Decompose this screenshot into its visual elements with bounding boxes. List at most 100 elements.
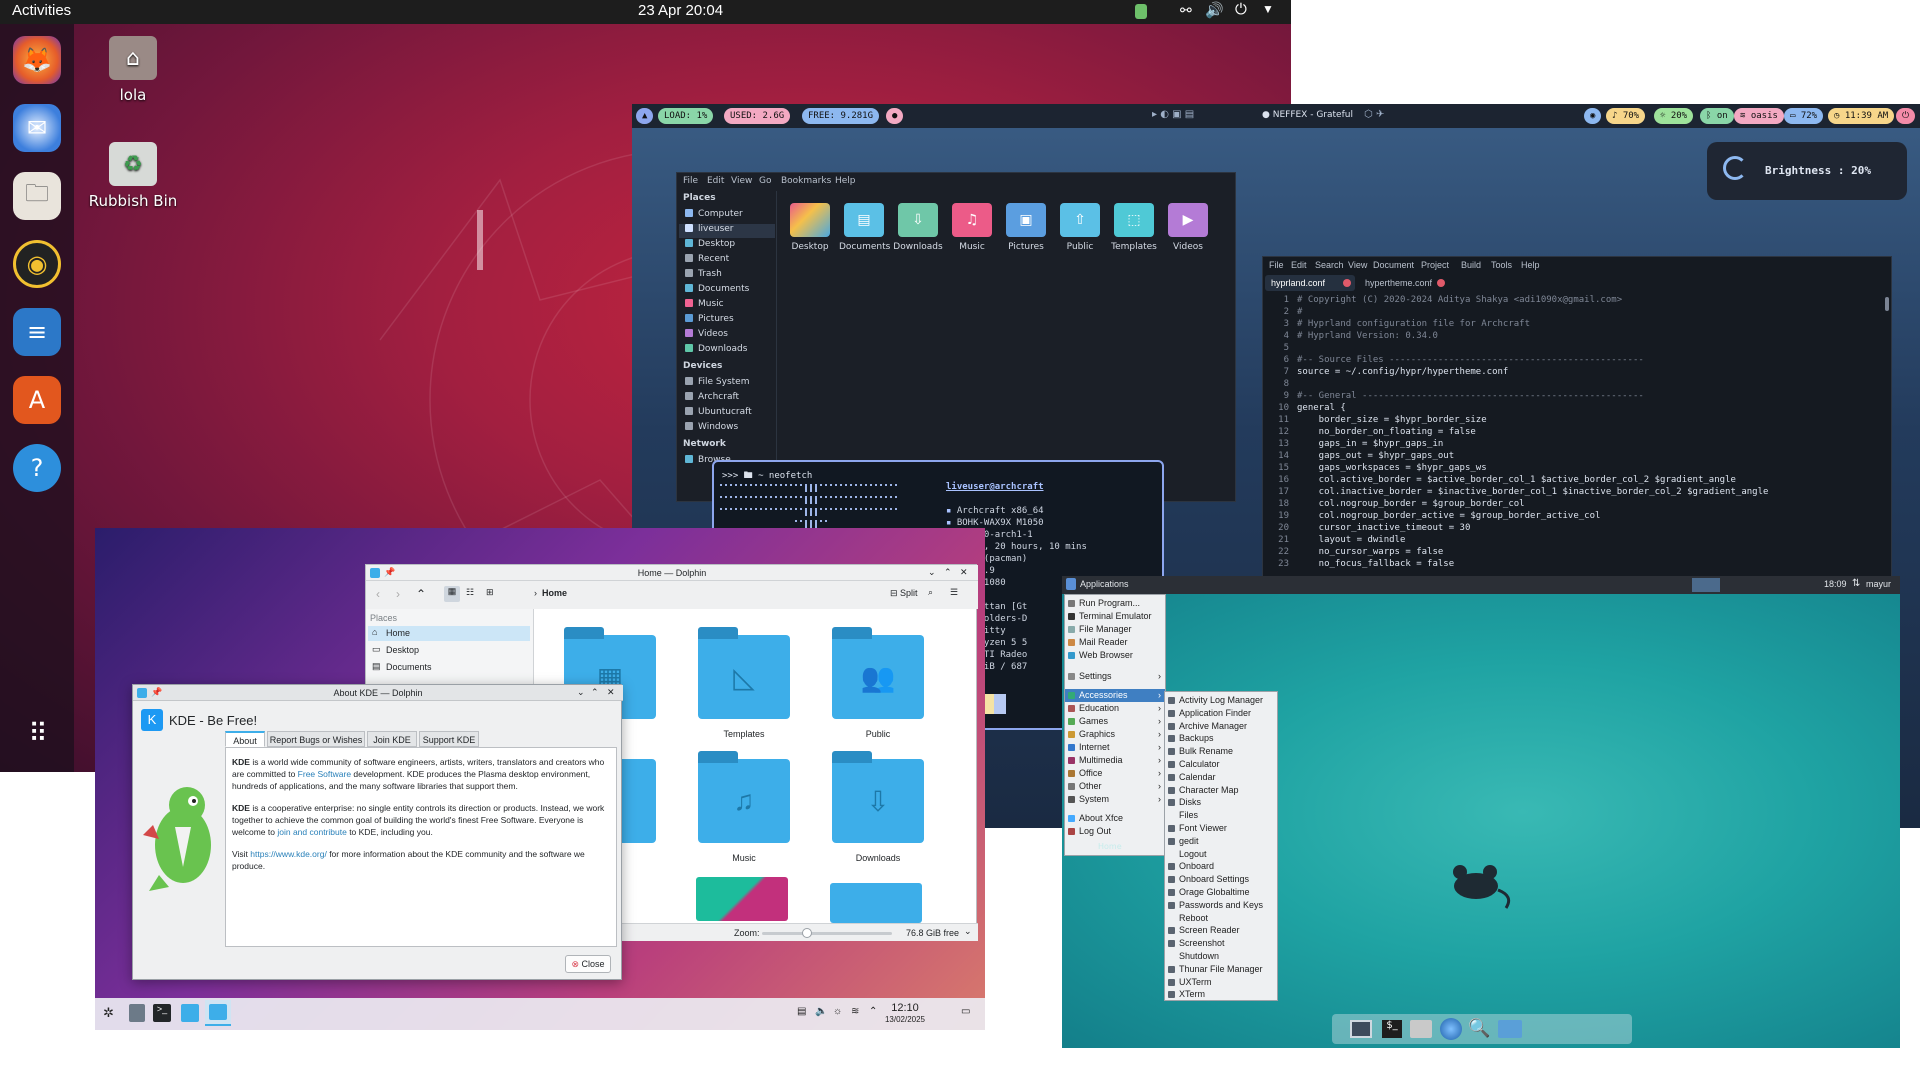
submenu-item[interactable]: Calendar bbox=[1165, 771, 1277, 784]
menu-item[interactable]: Education › bbox=[1065, 702, 1165, 715]
folder-videos[interactable]: ▶ Videos bbox=[1163, 203, 1213, 252]
icons-view-icon[interactable]: ▦ bbox=[444, 586, 460, 602]
discover-icon[interactable] bbox=[181, 1004, 199, 1022]
submenu-item[interactable]: Screen Reader bbox=[1165, 924, 1277, 937]
minimize-icon[interactable]: ⌄ bbox=[577, 687, 585, 698]
folder-icon[interactable] bbox=[1498, 1020, 1522, 1038]
sidebar-item-trash[interactable]: Trash bbox=[685, 269, 722, 283]
zoom-slider[interactable] bbox=[762, 932, 892, 935]
memory-used-pill[interactable]: USED: 2.6G bbox=[724, 108, 791, 124]
activities-button[interactable]: Activities bbox=[12, 2, 71, 19]
submenu-item[interactable]: Archive Manager bbox=[1165, 720, 1277, 733]
tab-about[interactable]: About bbox=[225, 731, 265, 747]
split-button[interactable]: ⊟ Split bbox=[890, 588, 918, 599]
sidebar-item-liveuser[interactable]: liveuser bbox=[679, 224, 775, 238]
sidebar-item-pictures[interactable]: Pictures bbox=[685, 314, 734, 328]
bluetooth-pill[interactable]: ᛒ on bbox=[1700, 108, 1734, 124]
sidebar-item-desktop[interactable]: ▭ Desktop bbox=[368, 643, 530, 658]
menu-build[interactable]: Build bbox=[1461, 260, 1481, 270]
compact-view-icon[interactable]: ☷ bbox=[466, 587, 474, 598]
submenu-item[interactable]: Onboard bbox=[1165, 860, 1277, 873]
menu-item[interactable]: Multimedia › bbox=[1065, 754, 1165, 767]
desktop-icon-rubbish-bin[interactable]: ♻ Rubbish Bin bbox=[88, 142, 178, 210]
sidebar-item-ubuntucraft[interactable]: Ubuntucraft bbox=[685, 407, 752, 421]
power-profile-icon[interactable]: ◉ bbox=[1584, 108, 1602, 124]
breadcrumb[interactable]: › Home bbox=[534, 588, 567, 598]
hamburger-menu-icon[interactable]: ☰ bbox=[950, 587, 958, 598]
folder-documents[interactable]: ▤ Documents bbox=[839, 203, 890, 252]
sidebar-item-videos[interactable]: Videos bbox=[685, 329, 728, 343]
menu-edit[interactable]: Edit bbox=[1291, 260, 1307, 270]
menu-item[interactable]: Graphics › bbox=[1065, 728, 1165, 741]
submenu-item[interactable]: Reboot bbox=[1165, 912, 1277, 925]
sidebar-item-windows[interactable]: Windows bbox=[685, 422, 738, 436]
application-launcher-icon[interactable]: ✲ bbox=[103, 1005, 114, 1021]
close-tab-icon[interactable] bbox=[1437, 279, 1445, 287]
free-software-link[interactable]: Free Software bbox=[298, 769, 351, 779]
network-icon[interactable]: ⚯ bbox=[1180, 2, 1192, 19]
submenu-item[interactable]: XTerm bbox=[1165, 988, 1277, 1001]
submenu-item[interactable]: gedit bbox=[1165, 835, 1277, 848]
libreoffice-writer-icon[interactable]: ≡ bbox=[13, 308, 61, 356]
menu-item[interactable]: About Xfce bbox=[1065, 812, 1165, 825]
menu-bookmarks[interactable]: Bookmarks bbox=[781, 176, 831, 186]
desktop-icon-lola[interactable]: ⌂ lola bbox=[88, 36, 178, 104]
submenu-item[interactable]: Logout bbox=[1165, 848, 1277, 861]
clipboard-icon[interactable]: ▤ bbox=[797, 1006, 806, 1017]
folder-downloads[interactable]: ⇩ Downloads bbox=[893, 203, 943, 252]
help-icon[interactable]: ? bbox=[13, 444, 61, 492]
forward-icon[interactable]: › bbox=[396, 587, 400, 601]
folder-icon[interactable] bbox=[830, 883, 922, 923]
chevron-down-icon[interactable]: ⌄ bbox=[964, 926, 972, 937]
volume-icon[interactable]: 🔊 bbox=[1205, 1, 1224, 19]
network-icon[interactable]: ⇅ bbox=[1852, 578, 1860, 589]
search-icon[interactable]: 🔍 bbox=[1468, 1018, 1490, 1039]
menu-item[interactable]: Log Out bbox=[1065, 825, 1165, 838]
sidebar-item-recent[interactable]: Recent bbox=[685, 254, 729, 268]
chevron-down-icon[interactable]: ▼ bbox=[1262, 2, 1274, 16]
up-icon[interactable]: ⌃ bbox=[416, 587, 426, 601]
volume-icon[interactable]: 🔈 bbox=[815, 1006, 827, 1017]
breadcrumb-home[interactable]: Home bbox=[542, 588, 567, 598]
folder-public[interactable]: ⇧ Public bbox=[1055, 203, 1105, 252]
tab-report-bugs[interactable]: Report Bugs or Wishes bbox=[267, 731, 365, 747]
folder-music[interactable]: ♫ Music bbox=[947, 203, 997, 252]
menu-item[interactable]: Other › bbox=[1065, 780, 1165, 793]
dolphin-task-button[interactable] bbox=[205, 1000, 231, 1026]
menu-search[interactable]: Search bbox=[1315, 260, 1344, 270]
chevron-up-icon[interactable]: ⌃ bbox=[869, 1006, 877, 1017]
scrollbar[interactable] bbox=[1885, 297, 1889, 311]
sidebar-item-file-system[interactable]: File System bbox=[685, 377, 749, 391]
submenu-item[interactable]: Thunar File Manager bbox=[1165, 963, 1277, 976]
submenu-item[interactable]: Bulk Rename bbox=[1165, 745, 1277, 758]
tab-hypertheme-conf[interactable]: hypertheme.conf bbox=[1359, 275, 1449, 291]
home-desktop-label[interactable]: Home bbox=[1098, 842, 1122, 851]
music-widget[interactable]: ● NEFFEX - Grateful bbox=[1262, 110, 1353, 120]
zoom-slider-handle[interactable] bbox=[802, 928, 812, 938]
pager-icon[interactable] bbox=[129, 1004, 145, 1022]
menu-view[interactable]: View bbox=[1348, 260, 1367, 270]
close-icon[interactable]: ✕ bbox=[607, 687, 615, 698]
menu-item[interactable]: Accessories › bbox=[1065, 689, 1165, 702]
terminal-icon[interactable]: $_ bbox=[1382, 1020, 1402, 1038]
file-manager-icon[interactable] bbox=[1410, 1020, 1432, 1038]
folder-public[interactable]: 👥 Public bbox=[830, 627, 926, 739]
menu-project[interactable]: Project bbox=[1421, 260, 1449, 270]
sidebar-item-documents[interactable]: Documents bbox=[685, 284, 749, 298]
submenu-item[interactable]: Font Viewer bbox=[1165, 822, 1277, 835]
power-icon[interactable]: ⏻ bbox=[1235, 1, 1247, 18]
clock[interactable]: 23 Apr 20:04 bbox=[638, 2, 723, 19]
workspace-icons[interactable]: ▸ ◐ ▣ ▤ bbox=[1152, 109, 1194, 120]
sidebar-item-documents[interactable]: ▤ Documents bbox=[368, 660, 530, 675]
back-icon[interactable]: ‹ bbox=[376, 587, 380, 601]
submenu-item[interactable]: Activity Log Manager bbox=[1165, 694, 1277, 707]
thunderbird-icon[interactable]: ✉ bbox=[13, 104, 61, 152]
menu-item[interactable]: Terminal Emulator bbox=[1065, 610, 1165, 623]
sidebar-item-music[interactable]: Music bbox=[685, 299, 724, 313]
join-contribute-link[interactable]: join and contribute bbox=[277, 827, 346, 837]
sidebar-item-desktop[interactable]: Desktop bbox=[685, 239, 735, 253]
submenu-item[interactable]: Character Map bbox=[1165, 784, 1277, 797]
network-icon[interactable]: ≋ bbox=[851, 1006, 859, 1017]
files-icon[interactable]: 🗀 bbox=[13, 172, 61, 220]
folder-desktop[interactable]: Desktop bbox=[785, 203, 835, 252]
